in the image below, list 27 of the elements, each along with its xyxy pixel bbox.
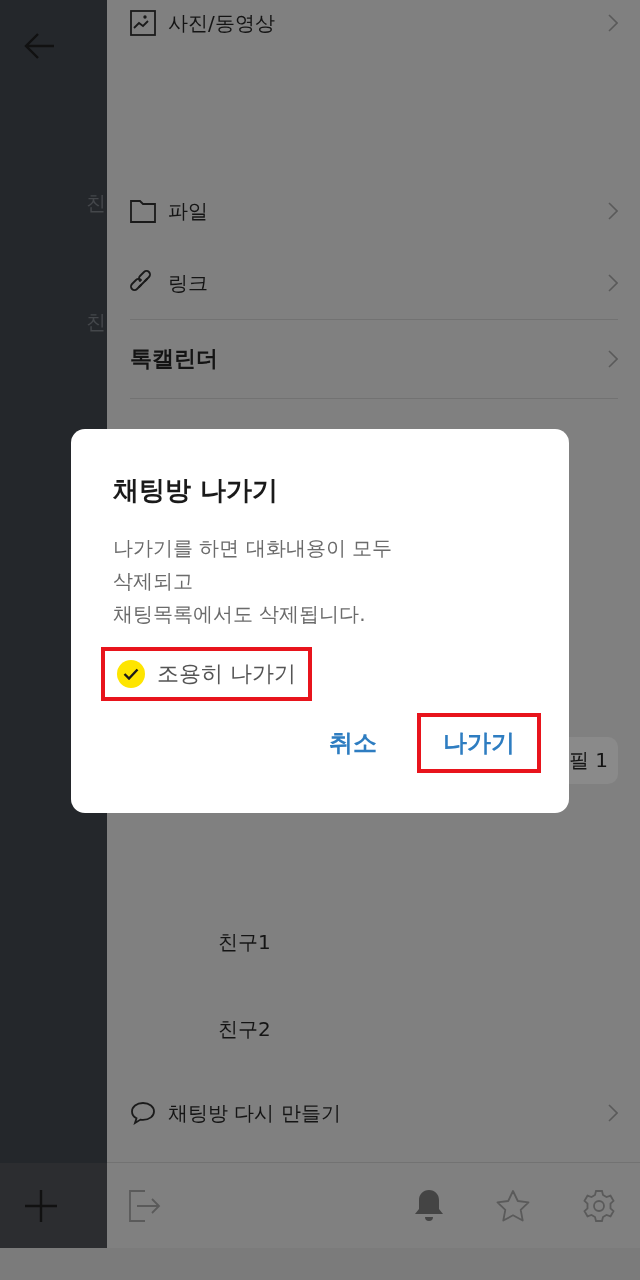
star-icon[interactable] [496,1189,530,1222]
bell-icon[interactable] [414,1188,444,1223]
chevron-icon [608,202,618,220]
cancel-button[interactable]: 취소 [303,713,403,773]
checkmark-icon [123,668,139,680]
section-item[interactable]: 톡캘린더 [130,319,618,399]
chevron-icon [608,274,618,292]
menu-item[interactable]: 링크 [107,247,640,319]
member-name[interactable]: 친구2 [107,986,640,1073]
quiet-exit-checkbox[interactable]: 조용히 나가기 [101,647,312,701]
chevron-icon [608,14,618,32]
menu-item[interactable]: 파일 [107,175,640,247]
dialog-title: 채팅방 나가기 [113,474,280,507]
speech-bubble-icon [130,1101,156,1125]
recreate-chat-item[interactable]: 채팅방 다시 만들기 [107,1073,640,1153]
plus-icon[interactable] [24,1188,58,1223]
chevron-icon [608,1104,618,1122]
chevron-icon [608,350,618,368]
settings-icon[interactable] [582,1188,616,1223]
exit-icon[interactable] [129,1189,161,1222]
menu-item[interactable]: 사진/동영상 [107,0,640,46]
dialog-message: 나가기를 하면 대화내용이 모두 삭제되고 채팅목록에서도 삭제됩니다. [113,535,394,628]
member-name[interactable]: 친구1 [107,899,640,986]
folder-icon [130,199,156,223]
back-arrow-icon[interactable] [24,32,56,60]
leave-button[interactable]: 나가기 [417,713,541,773]
image-icon [130,10,156,36]
